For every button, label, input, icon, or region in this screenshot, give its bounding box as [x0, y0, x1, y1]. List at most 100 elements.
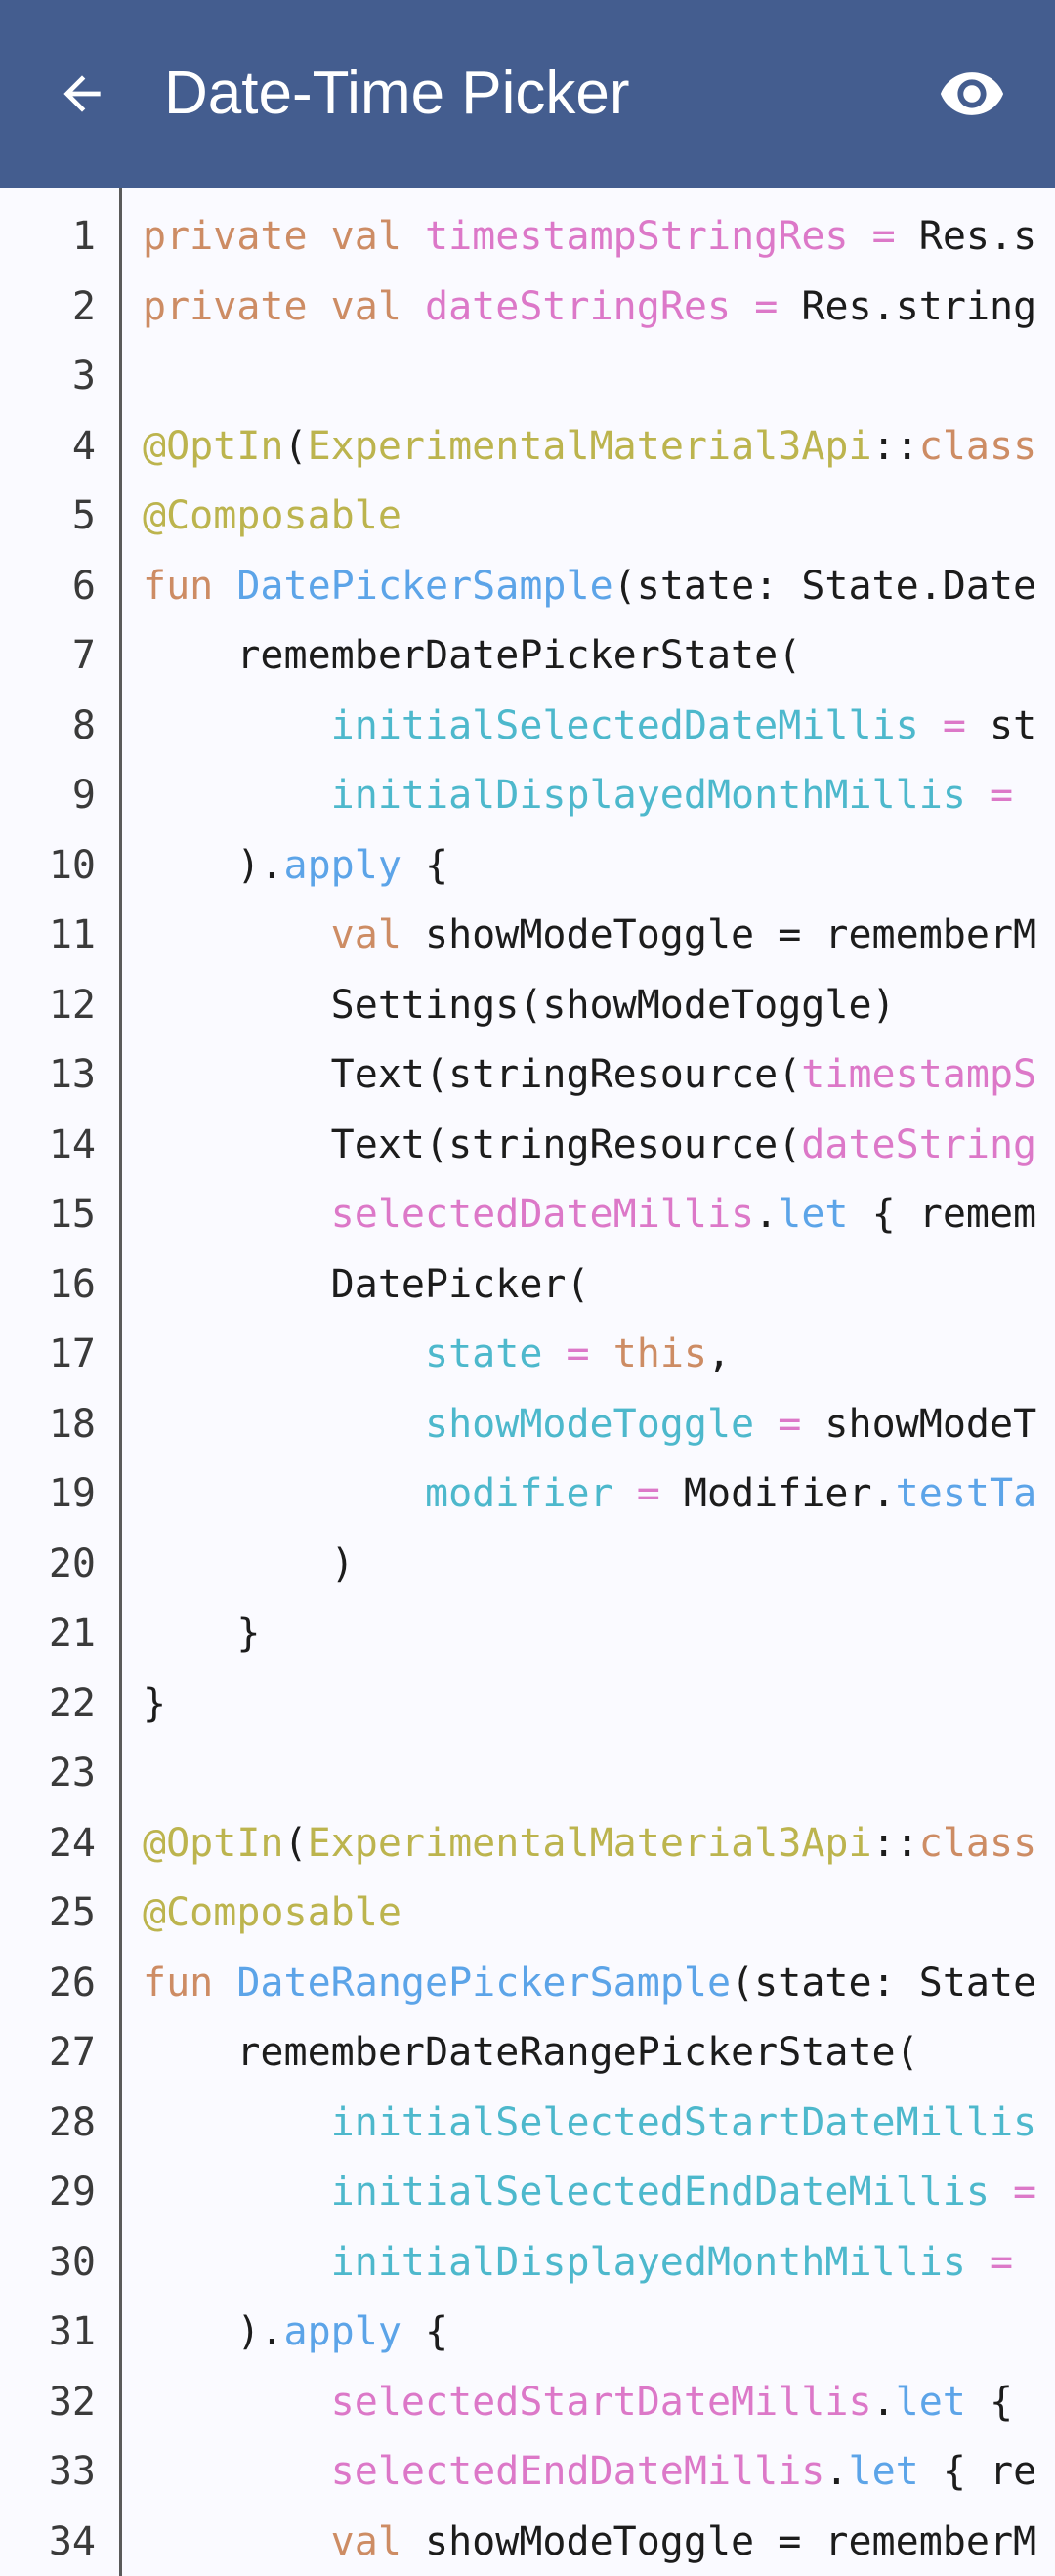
code-token: state — [424, 1331, 543, 1376]
code-text: initialDisplayedMonthMillis = — [143, 2227, 1013, 2298]
code-text: rememberDatePickerState( — [143, 620, 801, 691]
code-token: showModeT — [801, 1401, 1037, 1447]
line-number: 2 — [71, 283, 96, 329]
code-line: 26 fun DateRangePickerSample(state: State — [0, 1948, 1055, 2018]
code-token: dateStringRes — [425, 283, 732, 329]
code-token: DatePicker( — [143, 1261, 590, 1307]
code-token: initialDisplayedMonthMillis — [330, 773, 966, 818]
code-token: timestampStringRes — [425, 214, 849, 259]
code-token: showModeToggle — [424, 1401, 755, 1447]
code-line: 32 selectedStartDateMillis.let { — [0, 2367, 1055, 2437]
code-token: initialDisplayedMonthMillis — [330, 2239, 966, 2285]
code-text: @OptIn(ExperimentalMaterial3Api::class — [143, 411, 1036, 482]
code-token: private — [143, 214, 308, 259]
code-text: initialSelectedStartDateMillis — [143, 2088, 1036, 2158]
code-text: Text(stringResource(dateString — [143, 1110, 1036, 1180]
code-text: Settings(showModeToggle) — [143, 970, 896, 1040]
code-token: private — [143, 283, 308, 329]
code-token: = — [566, 1331, 590, 1376]
back-button[interactable] — [39, 45, 125, 143]
line-number: 34 — [48, 2518, 96, 2564]
code-viewer[interactable]: 1 private val timestampStringRes = Res.s 2… — [0, 188, 1055, 2576]
code-text: modifier = Modifier.testTa — [143, 1458, 1036, 1529]
code-token: DateRangePickerSample — [236, 1960, 732, 2006]
line-number: 14 — [48, 1121, 96, 1167]
line-number: 11 — [48, 912, 96, 957]
code-text: selectedEndDateMillis.let { re — [143, 2436, 1037, 2507]
code-text: private val timestampStringRes = Res.s — [143, 201, 1036, 272]
code-token: apply — [283, 842, 401, 888]
code-token: Modifier. — [659, 1471, 896, 1516]
code-token: val — [330, 2518, 401, 2564]
code-token: initialSelectedDateMillis — [330, 702, 919, 748]
code-token: dateString — [801, 1121, 1037, 1167]
code-line: 7 rememberDatePickerState( — [0, 620, 1055, 691]
code-token: ). — [143, 842, 284, 888]
code-token: = — [778, 1401, 802, 1447]
code-line: 30 initialDisplayedMonthMillis = — [0, 2227, 1055, 2298]
code-token: { — [401, 842, 449, 888]
code-line: 33 selectedEndDateMillis.let { re — [0, 2436, 1055, 2507]
code-token: (state: State — [731, 1960, 1037, 2006]
line-number: 24 — [48, 1820, 96, 1866]
code-line: 9 initialDisplayedMonthMillis = — [0, 760, 1055, 830]
code-line: 23 — [0, 1738, 1055, 1808]
code-token: let — [778, 1192, 849, 1237]
arrow-left-icon — [63, 75, 101, 112]
code-line: 21 } — [0, 1598, 1055, 1668]
code-token: selectedDateMillis — [330, 1192, 755, 1237]
code-token: . — [754, 1192, 779, 1237]
code-line: 1 private val timestampStringRes = Res.s — [0, 201, 1055, 272]
code-token: = — [942, 702, 966, 748]
line-number: 28 — [48, 2099, 96, 2145]
code-token: let — [895, 2379, 966, 2425]
code-text: DatePicker( — [143, 1249, 590, 1320]
line-number: 7 — [71, 633, 96, 678]
code-line: 20 ) — [0, 1529, 1055, 1599]
preview-button[interactable] — [923, 45, 1021, 143]
line-number: 25 — [48, 1890, 96, 1935]
line-number: 13 — [48, 1052, 96, 1097]
code-token: @OptIn — [143, 1820, 284, 1866]
line-number: 31 — [48, 2309, 96, 2354]
code-line: 15 selectedDateMillis.let { remem — [0, 1179, 1055, 1249]
code-line: 16 DatePicker( — [0, 1249, 1055, 1320]
code-token: Res.string — [778, 283, 1037, 329]
line-number: 21 — [48, 1611, 96, 1656]
line-number: 9 — [71, 773, 96, 818]
code-token: Settings(showModeToggle) — [143, 982, 896, 1028]
code-text: val showModeToggle = rememberM — [143, 900, 1036, 970]
code-text: selectedStartDateMillis.let { — [143, 2367, 1013, 2437]
code-text: selectedDateMillis.let { remem — [143, 1179, 1036, 1249]
code-line: 4 @OptIn(ExperimentalMaterial3Api::class — [0, 411, 1055, 482]
code-line: 18 showModeToggle = showModeT — [0, 1389, 1055, 1459]
code-text: @OptIn(ExperimentalMaterial3Api::class — [143, 1808, 1036, 1879]
code-token: = — [871, 214, 896, 259]
code-line: 11 val showModeToggle = rememberM — [0, 900, 1055, 970]
code-text: } — [143, 1598, 260, 1668]
line-number: 23 — [48, 1751, 96, 1795]
code-text: rememberDateRangePickerState( — [143, 2017, 918, 2088]
line-number: 4 — [71, 423, 96, 469]
code-text: @Composable — [143, 1878, 401, 1948]
code-line: 6 fun DatePickerSample(state: State.Date — [0, 551, 1055, 621]
line-number: 15 — [48, 1192, 96, 1237]
code-token: = — [989, 773, 1014, 818]
